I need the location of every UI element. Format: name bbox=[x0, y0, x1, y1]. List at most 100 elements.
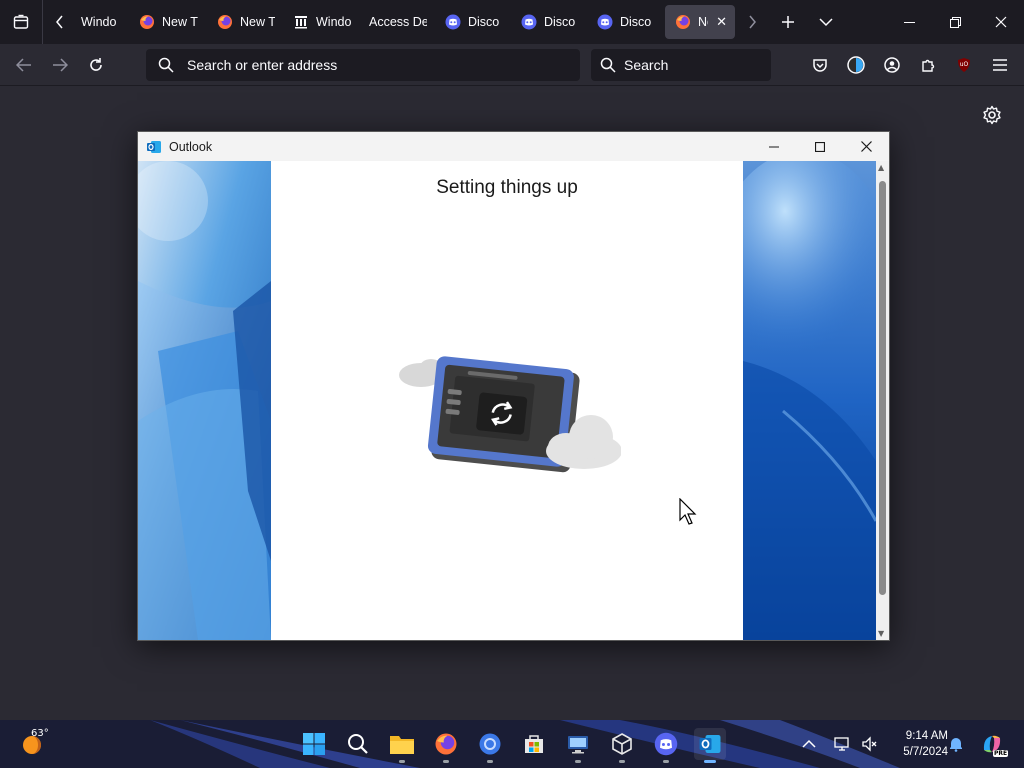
tab-title: Disco bbox=[620, 15, 652, 29]
minimize-icon bbox=[769, 146, 779, 147]
firefox-icon bbox=[435, 733, 457, 755]
firefox-icon bbox=[140, 15, 154, 29]
tab-title: Ne bbox=[698, 15, 708, 29]
outlook-scrollbar[interactable]: ▲ ▼ bbox=[876, 161, 889, 640]
restore-icon bbox=[949, 16, 961, 28]
remote-desktop-button[interactable] bbox=[562, 728, 594, 763]
new-tab-settings-button[interactable] bbox=[982, 105, 1002, 129]
running-indicator bbox=[487, 760, 493, 763]
forward-button[interactable] bbox=[42, 49, 78, 81]
search-icon bbox=[600, 57, 616, 73]
screen: Windo New T New T Windo Access De Disco … bbox=[0, 0, 1024, 768]
taskbar-firefox-button[interactable] bbox=[430, 728, 462, 763]
scrollbar-thumb[interactable] bbox=[879, 181, 886, 595]
app-menu-button[interactable] bbox=[982, 49, 1018, 81]
url-bar[interactable]: Search or enter address bbox=[146, 49, 580, 81]
tray-volume-button[interactable] bbox=[861, 720, 877, 768]
taskbar-clock[interactable]: 9:14 AM 5/7/2024 bbox=[888, 728, 948, 760]
arrow-right-icon bbox=[53, 57, 68, 72]
ublock-button[interactable]: uO bbox=[946, 49, 982, 81]
chevron-down-icon bbox=[819, 18, 833, 27]
account-button[interactable] bbox=[874, 49, 910, 81]
windows-logo-icon bbox=[303, 733, 325, 755]
close-icon bbox=[860, 141, 872, 152]
chevron-left-icon bbox=[56, 15, 63, 29]
mouse-cursor-icon bbox=[679, 498, 697, 525]
tab-windows-2[interactable]: Windo bbox=[283, 5, 359, 39]
tray-network-button[interactable] bbox=[834, 720, 852, 768]
browser-minimize-button[interactable] bbox=[886, 0, 932, 44]
discord-icon bbox=[597, 14, 613, 30]
taskbar-search-button[interactable] bbox=[342, 728, 374, 760]
outlook-logo-icon bbox=[699, 735, 721, 753]
search-bar-placeholder: Search bbox=[624, 57, 669, 73]
tab-title: Disco bbox=[544, 15, 576, 29]
browser-close-button[interactable] bbox=[978, 0, 1024, 44]
list-all-tabs-button[interactable] bbox=[807, 0, 845, 44]
tab-new-tab-1[interactable]: New T bbox=[129, 5, 207, 39]
firefox-view-button[interactable] bbox=[0, 0, 42, 44]
new-tab-button[interactable] bbox=[769, 0, 807, 44]
reload-button[interactable] bbox=[78, 49, 114, 81]
tab-title: Access De bbox=[369, 15, 427, 29]
tab-new-tab-active[interactable]: Ne ✕ bbox=[665, 5, 735, 39]
tray-overflow-button[interactable] bbox=[802, 720, 816, 768]
store-icon bbox=[525, 735, 543, 753]
outlook-maximize-button[interactable] bbox=[797, 132, 843, 161]
outlook-close-button[interactable] bbox=[843, 132, 889, 161]
extensions-button[interactable] bbox=[910, 49, 946, 81]
tab-discord-1[interactable]: Disco bbox=[435, 5, 511, 39]
close-icon bbox=[995, 16, 1007, 28]
browser-restore-button[interactable] bbox=[932, 0, 978, 44]
tab-title: New T bbox=[240, 15, 275, 29]
weather-temperature: 63° bbox=[31, 728, 49, 739]
microsoft-store-button[interactable] bbox=[518, 728, 550, 760]
tab-title: Windo bbox=[81, 15, 117, 29]
outlook-title-bar: Outlook bbox=[138, 132, 889, 161]
volume-muted-icon bbox=[862, 736, 877, 752]
scroll-tabs-right-button[interactable] bbox=[735, 0, 769, 44]
scroll-tabs-left-button[interactable] bbox=[43, 0, 77, 44]
hamburger-menu-icon bbox=[993, 59, 1007, 71]
chevron-right-icon bbox=[749, 15, 756, 29]
outlook-minimize-button[interactable] bbox=[751, 132, 797, 161]
ublock-badge-text: uO bbox=[959, 61, 969, 68]
pocket-button[interactable] bbox=[802, 49, 838, 81]
network-display-icon bbox=[834, 737, 849, 751]
browser-nav-bar: Search or enter address Search uO bbox=[0, 44, 1024, 86]
account-icon bbox=[884, 57, 900, 73]
scroll-up-arrow-icon[interactable]: ▲ bbox=[878, 163, 884, 172]
arrow-left-icon bbox=[16, 57, 31, 72]
gear-icon bbox=[983, 105, 1001, 125]
tab-new-tab-2[interactable]: New T bbox=[207, 5, 283, 39]
tab-discord-3[interactable]: Disco bbox=[587, 5, 661, 39]
close-tab-icon[interactable]: ✕ bbox=[716, 15, 727, 30]
url-bar-placeholder: Search or enter address bbox=[187, 57, 338, 73]
firefox-icon bbox=[218, 15, 232, 29]
setup-heading: Setting things up bbox=[436, 177, 578, 198]
scroll-down-arrow-icon[interactable]: ▼ bbox=[878, 629, 884, 638]
taskbar-browser-button[interactable] bbox=[474, 728, 506, 763]
tab-windows-1[interactable]: Windo bbox=[77, 5, 129, 39]
browser-tab-strip: Windo New T New T Windo Access De Disco … bbox=[0, 0, 1024, 44]
notifications-button[interactable] bbox=[948, 720, 964, 768]
running-indicator bbox=[619, 760, 625, 763]
taskbar-outlook-button[interactable] bbox=[694, 728, 726, 763]
chevron-up-icon bbox=[802, 739, 816, 748]
copilot-button[interactable]: PRE bbox=[980, 720, 1009, 768]
start-button[interactable] bbox=[298, 728, 330, 760]
virtualbox-button[interactable] bbox=[606, 728, 638, 763]
search-bar[interactable]: Search bbox=[591, 49, 771, 81]
back-button[interactable] bbox=[6, 49, 42, 81]
taskbar-discord-button[interactable] bbox=[650, 728, 682, 763]
tab-title: Windo bbox=[316, 15, 351, 29]
extension-button[interactable] bbox=[838, 49, 874, 81]
tab-discord-2[interactable]: Disco bbox=[511, 5, 587, 39]
browser-globe-icon bbox=[479, 733, 501, 755]
copilot-preview-badge: PRE bbox=[993, 750, 1009, 757]
clock-date: 5/7/2024 bbox=[903, 746, 948, 758]
discord-icon bbox=[521, 14, 537, 30]
file-explorer-button[interactable] bbox=[386, 728, 418, 763]
firefox-icon bbox=[676, 15, 690, 29]
tab-access-denied[interactable]: Access De bbox=[359, 5, 435, 39]
